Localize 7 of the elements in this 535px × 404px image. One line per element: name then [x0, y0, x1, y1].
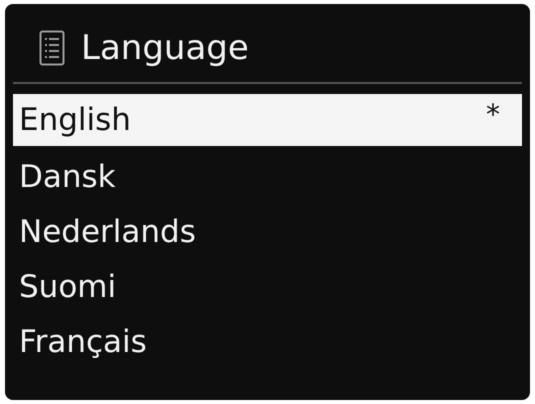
- menu-item[interactable]: Dansk: [13, 149, 522, 204]
- list-icon: [39, 30, 65, 66]
- menu-item[interactable]: English *: [13, 94, 522, 146]
- screen-title: Language: [81, 28, 249, 68]
- menu-item[interactable]: Nederlands: [13, 204, 522, 259]
- menu-item[interactable]: Suomi: [13, 259, 522, 314]
- menu-item[interactable]: Français: [13, 314, 522, 369]
